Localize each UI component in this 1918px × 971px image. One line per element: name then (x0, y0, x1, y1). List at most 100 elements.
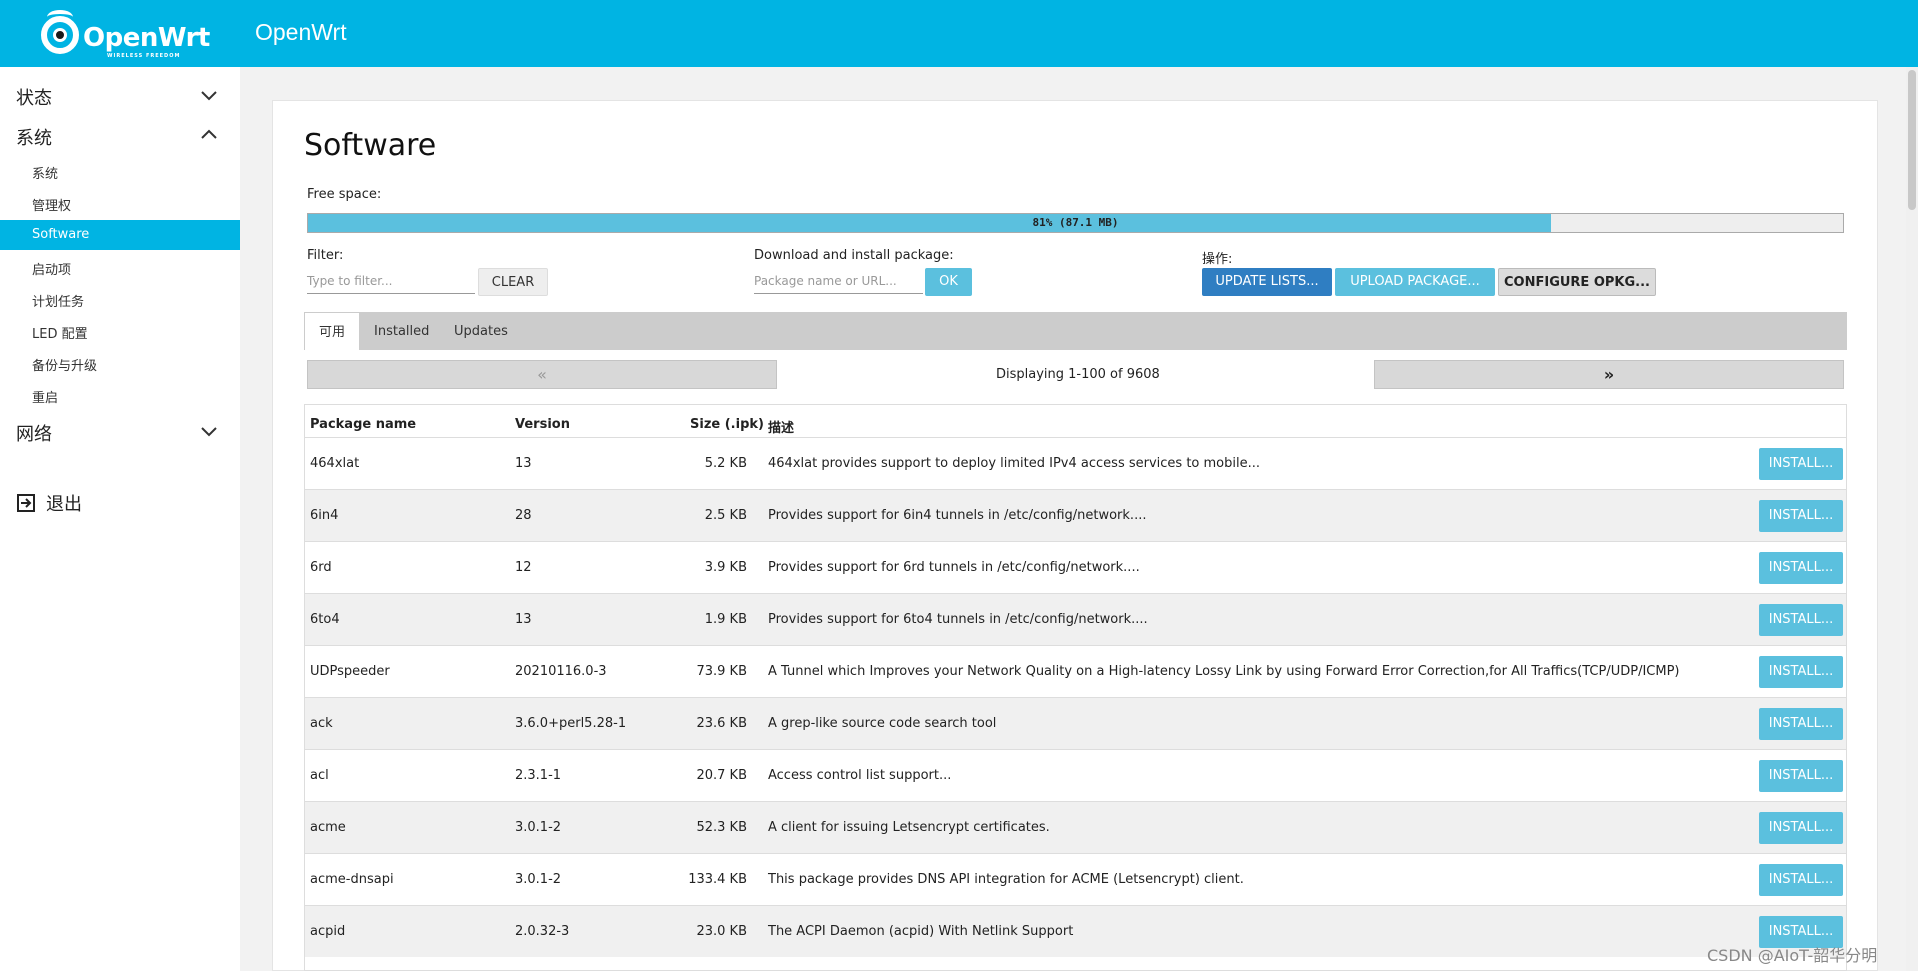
install-button[interactable]: INSTALL... (1759, 448, 1843, 480)
col-header-name: Package name (310, 417, 417, 432)
package-version: 3.0.1-2 (515, 820, 562, 835)
install-button[interactable]: INSTALL... (1759, 812, 1843, 844)
sidebar-group-system[interactable]: 系统 (0, 116, 240, 156)
tab-installed[interactable]: Installed (374, 312, 429, 350)
package-version: 28 (515, 508, 532, 523)
table-row: acpid 2.0.32-3 23.0 KB The ACPI Daemon (acp… (305, 905, 1846, 957)
sidebar-item-label: 计划任务 (32, 295, 85, 310)
sidebar-item-label: 启动项 (32, 263, 72, 278)
sidebar-item-label: 重启 (32, 391, 59, 406)
sidebar-group-label: 网络 (16, 424, 52, 445)
openwrt-logo[interactable]: OpenWrt WIRELESS FREEDOM (37, 10, 210, 60)
sidebar-item-label: LED 配置 (32, 327, 88, 342)
package-description: Access control list support... (768, 768, 952, 783)
package-description: Provides support for 6to4 tunnels in /et… (768, 612, 1148, 627)
tab-updates[interactable]: Updates (454, 312, 508, 350)
package-description: A grep-like source code search tool (768, 716, 997, 731)
scrollbar-thumb[interactable] (1908, 70, 1916, 210)
package-version: 2.0.32-3 (515, 924, 570, 939)
package-description: Provides support for 6in4 tunnels in /et… (768, 508, 1147, 523)
table-row: acl 2.3.1-1 20.7 KB Access control list sup… (305, 749, 1846, 801)
package-description: A client for issuing Letsencrypt certifi… (768, 820, 1050, 835)
sidebar-item-software[interactable]: Software (0, 220, 240, 250)
logo-text: OpenWrt (83, 23, 210, 53)
sidebar: 状态 系统 系统 管理权 Software 启动项 计划任务 LED 配置 备份… (0, 67, 240, 971)
install-button[interactable]: INSTALL... (1759, 500, 1843, 532)
free-space-text: 81% (87.1 MB) (1032, 216, 1119, 229)
configure-opkg-button[interactable]: CONFIGURE OPKG... (1498, 268, 1656, 296)
next-page-button[interactable]: » (1374, 360, 1844, 389)
package-description: 464xlat provides support to deploy limit… (768, 456, 1260, 471)
chevron-up-icon (198, 124, 220, 146)
package-name: acme (310, 820, 346, 835)
free-space-bar: 81% (87.1 MB) (307, 213, 1844, 233)
package-description: Provides support for 6rd tunnels in /etc… (768, 560, 1140, 575)
sidebar-item-reboot[interactable]: 重启 (0, 380, 240, 410)
install-button[interactable]: INSTALL... (1759, 656, 1843, 688)
sidebar-item-system[interactable]: 系统 (0, 156, 240, 186)
table-row: 6in4 28 2.5 KB Provides support for 6in4 tu… (305, 489, 1846, 541)
upload-package-button[interactable]: UPLOAD PACKAGE... (1335, 268, 1495, 296)
logout-icon (16, 493, 36, 513)
download-label: Download and install package: (754, 248, 954, 263)
install-button[interactable]: INSTALL... (1759, 708, 1843, 740)
package-size: 5.2 KB (704, 456, 747, 471)
package-version: 13 (515, 612, 532, 627)
install-button[interactable]: INSTALL... (1759, 604, 1843, 636)
package-version: 12 (515, 560, 532, 575)
package-tabs: 可用 Installed Updates (304, 312, 1847, 350)
free-space-label: Free space: (307, 187, 382, 202)
col-header-description: 描述 (768, 421, 795, 436)
package-description: A Tunnel which Improves your Network Qua… (768, 664, 1680, 679)
sidebar-group-label: 系统 (16, 128, 52, 149)
actions-label: 操作: (1202, 252, 1233, 267)
logo-dot-icon (53, 28, 67, 42)
sidebar-group-network[interactable]: 网络 (0, 412, 240, 452)
package-name: acpid (310, 924, 346, 939)
logout-link[interactable]: 退出 (16, 490, 82, 516)
sidebar-item-startup[interactable]: 启动项 (0, 252, 240, 282)
watermark: CSDN @AIoT-韶华分明 (1707, 946, 1878, 965)
sidebar-item-crontab[interactable]: 计划任务 (0, 284, 240, 314)
packages-table: Package name Version Size (.ipk) 描述 464x… (304, 404, 1847, 971)
col-header-size: Size (.ipk) (690, 417, 764, 432)
table-row: acme 3.0.1-2 52.3 KB A client for issuing L… (305, 801, 1846, 853)
install-button[interactable]: INSTALL... (1759, 552, 1843, 584)
prev-page-button[interactable]: « (307, 360, 777, 389)
filter-input[interactable]: Type to filter... (307, 268, 475, 294)
package-name: acl (310, 768, 329, 783)
install-button[interactable]: INSTALL... (1759, 864, 1843, 896)
package-size: 1.9 KB (704, 612, 747, 627)
package-version: 3.6.0+perl5.28-1 (515, 716, 627, 731)
package-size: 3.9 KB (704, 560, 747, 575)
pager-status: Displaying 1-100 of 9608 (996, 367, 1160, 382)
table-row: 464xlat 13 5.2 KB 464xlat provides support … (305, 437, 1846, 489)
logout-label: 退出 (46, 494, 82, 515)
sidebar-group-status[interactable]: 状态 (0, 76, 240, 116)
package-name: 6in4 (310, 508, 339, 523)
wifi-wave-icon (47, 10, 73, 24)
package-description: This package provides DNS API integratio… (768, 872, 1244, 887)
package-name: 6to4 (310, 612, 340, 627)
sidebar-item-admin[interactable]: 管理权 (0, 188, 240, 218)
package-version: 2.3.1-1 (515, 768, 562, 783)
package-size: 73.9 KB (696, 664, 747, 679)
package-name: 6rd (310, 560, 332, 575)
chevron-down-icon (198, 420, 220, 442)
sidebar-item-label: 管理权 (32, 199, 72, 214)
package-size: 20.7 KB (696, 768, 747, 783)
sidebar-item-label: 备份与升级 (32, 359, 98, 374)
clear-button[interactable]: CLEAR (478, 268, 548, 296)
brand-title[interactable]: OpenWrt (255, 19, 347, 46)
sidebar-item-backup[interactable]: 备份与升级 (0, 348, 240, 378)
ok-button[interactable]: OK (925, 268, 972, 296)
sidebar-item-label: 系统 (32, 167, 59, 182)
sidebar-item-led[interactable]: LED 配置 (0, 316, 240, 346)
package-version: 13 (515, 456, 532, 471)
top-header: OpenWrt WIRELESS FREEDOM OpenWrt (0, 0, 1918, 67)
package-size: 23.6 KB (696, 716, 747, 731)
tab-available[interactable]: 可用 (304, 312, 360, 350)
install-button[interactable]: INSTALL... (1759, 760, 1843, 792)
update-lists-button[interactable]: UPDATE LISTS... (1202, 268, 1332, 296)
package-url-input[interactable]: Package name or URL... (754, 268, 923, 294)
